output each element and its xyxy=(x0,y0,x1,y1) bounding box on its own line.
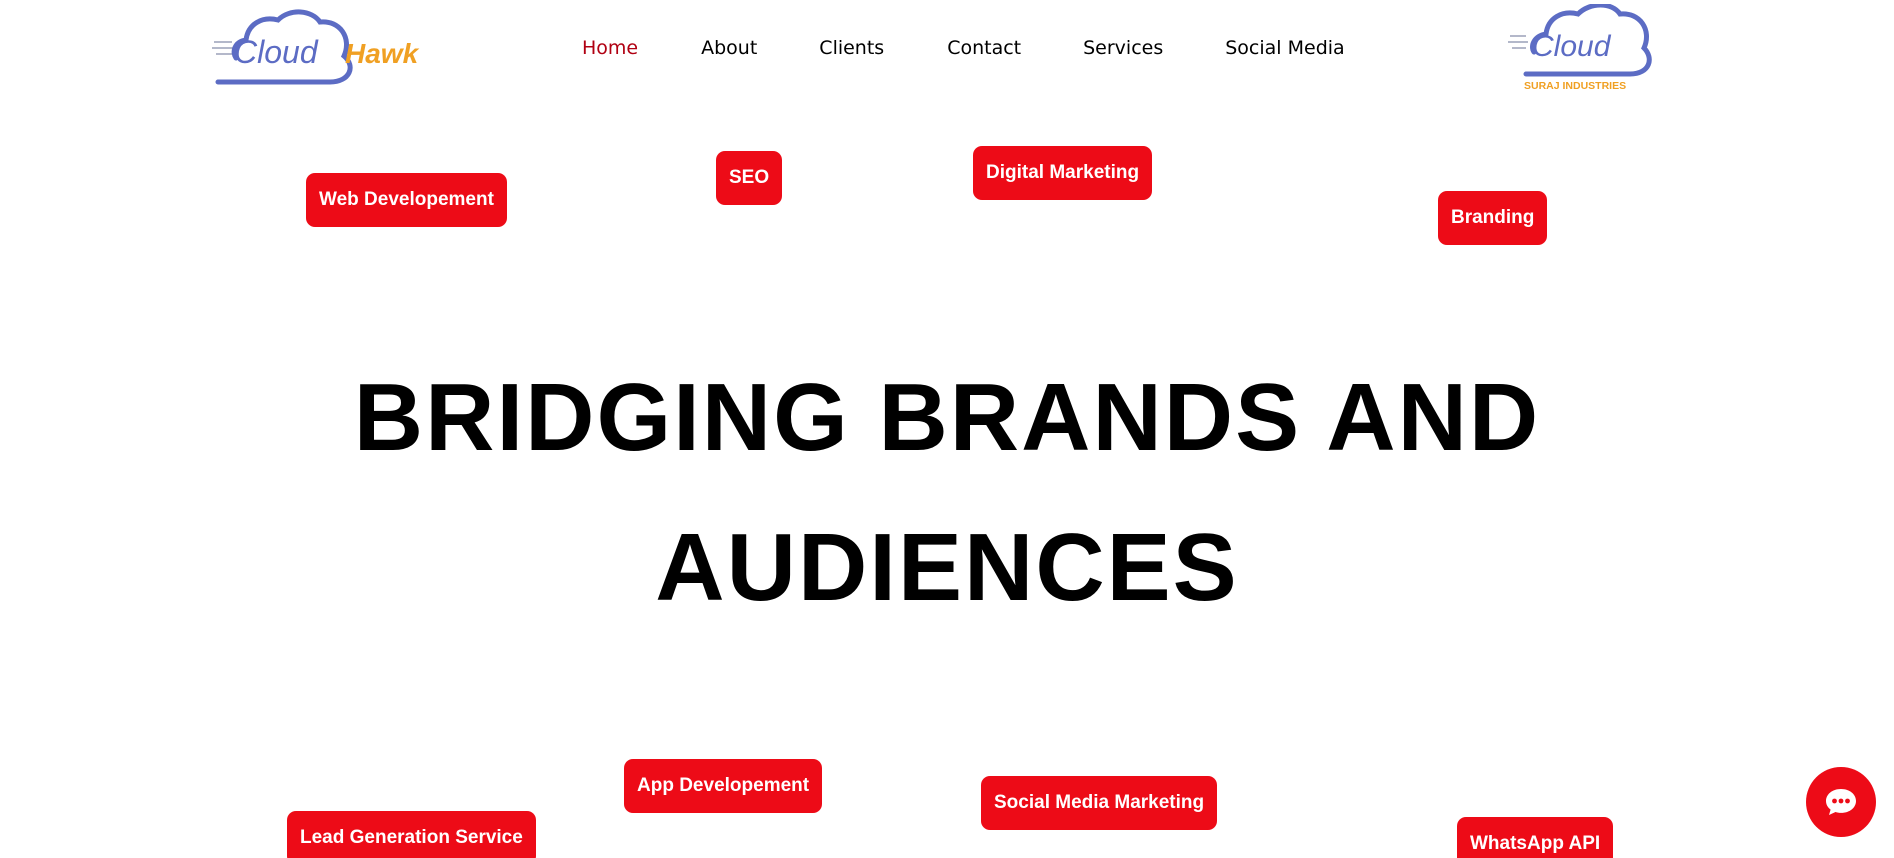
nav-clients[interactable]: Clients xyxy=(819,37,884,59)
tag-social-media-marketing[interactable]: Social Media Marketing xyxy=(981,776,1218,830)
cloud-logo-icon: Cloud Hawk xyxy=(212,9,420,85)
nav-contact[interactable]: Contact xyxy=(947,37,1021,59)
svg-text:SURAJ INDUSTRIES: SURAJ INDUSTRIES xyxy=(1524,80,1626,92)
nav-about[interactable]: About xyxy=(701,37,757,59)
cloud-hawk-logo[interactable]: Cloud Hawk xyxy=(212,8,427,88)
hero-line-1: BRIDGING BRANDS AND xyxy=(353,364,1541,471)
suraj-industries-logo[interactable]: Cloud SURAJ INDUSTRIES xyxy=(1508,2,1658,94)
chat-button[interactable] xyxy=(1806,767,1876,837)
svg-text:Hawk: Hawk xyxy=(345,38,420,69)
svg-text:Cloud: Cloud xyxy=(1532,30,1612,63)
tag-web-development[interactable]: Web Developement xyxy=(306,173,507,227)
main-nav: Home About Clients Contact Services Soci… xyxy=(582,37,1345,59)
nav-services[interactable]: Services xyxy=(1083,37,1163,59)
hero-line-2: AUDIENCES xyxy=(655,514,1239,621)
page: Cloud Hawk Home About Clients Contact Se… xyxy=(0,0,1894,858)
tag-digital-marketing[interactable]: Digital Marketing xyxy=(973,146,1153,200)
tag-seo[interactable]: SEO xyxy=(716,151,783,205)
tag-app-development[interactable]: App Developement xyxy=(624,759,823,813)
tag-whatsapp-api[interactable]: WhatsApp API xyxy=(1457,817,1614,858)
cloud-logo-icon: Cloud SURAJ INDUSTRIES xyxy=(1508,2,1652,92)
hero-heading: BRIDGING BRANDS AND AUDIENCES xyxy=(0,343,1894,643)
nav-social-media[interactable]: Social Media xyxy=(1225,37,1344,59)
svg-text:Cloud: Cloud xyxy=(234,34,319,70)
tag-lead-generation[interactable]: Lead Generation Service xyxy=(287,811,536,858)
tag-branding[interactable]: Branding xyxy=(1438,191,1548,245)
chat-bubble-icon xyxy=(1826,789,1856,815)
nav-home[interactable]: Home xyxy=(582,37,638,59)
